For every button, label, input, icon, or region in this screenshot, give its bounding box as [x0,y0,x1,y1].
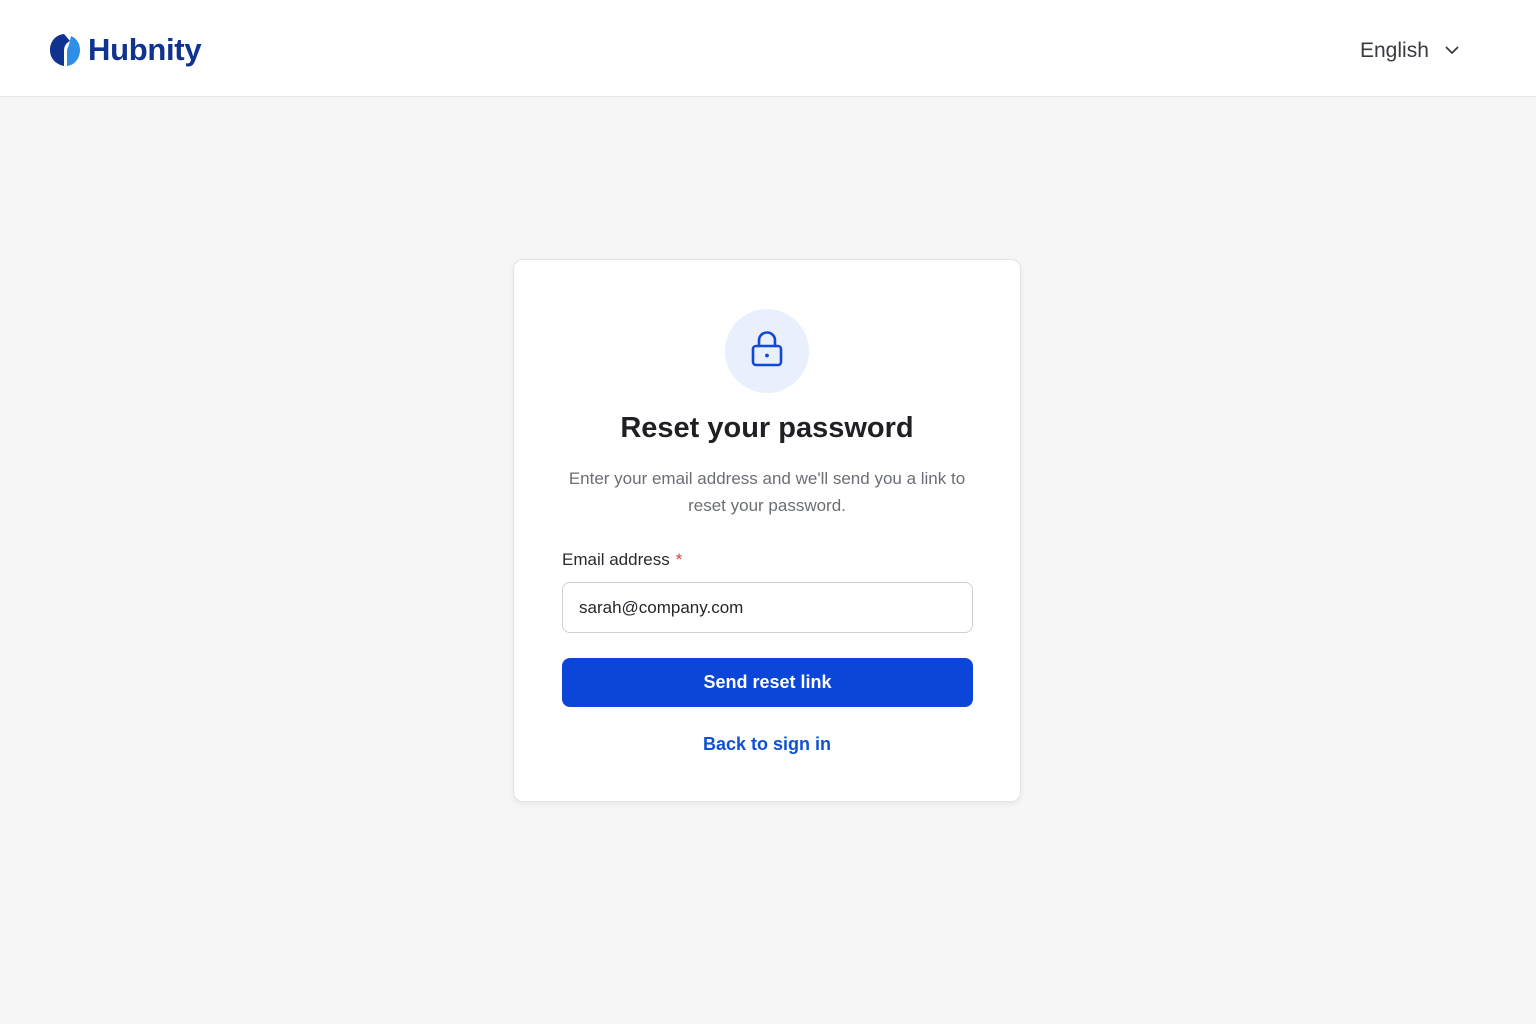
lock-icon [750,330,784,373]
page-title: Reset your password [620,412,914,444]
language-label: English [1360,39,1429,62]
lock-icon-badge [725,309,809,393]
required-marker: * [675,550,683,569]
send-reset-link-button[interactable]: Send reset link [562,658,973,707]
back-to-sign-in-link[interactable]: Back to sign in [514,734,1020,755]
chevron-down-icon [1445,42,1459,60]
email-label-text: Email address [562,550,670,569]
email-field-label: Email address * [562,550,682,570]
email-field[interactable] [562,582,973,633]
top-bar: Hubnity English [0,0,1536,97]
page-subtitle: Enter your email address and we'll send … [568,469,966,515]
brand-name: Hubnity [88,32,202,67]
brand-logo[interactable]: Hubnity [49,31,202,69]
language-selector[interactable]: English [1360,36,1459,66]
hubnity-logo-icon [49,33,81,67]
reset-password-card: Reset your password Enter your email add… [513,259,1021,802]
